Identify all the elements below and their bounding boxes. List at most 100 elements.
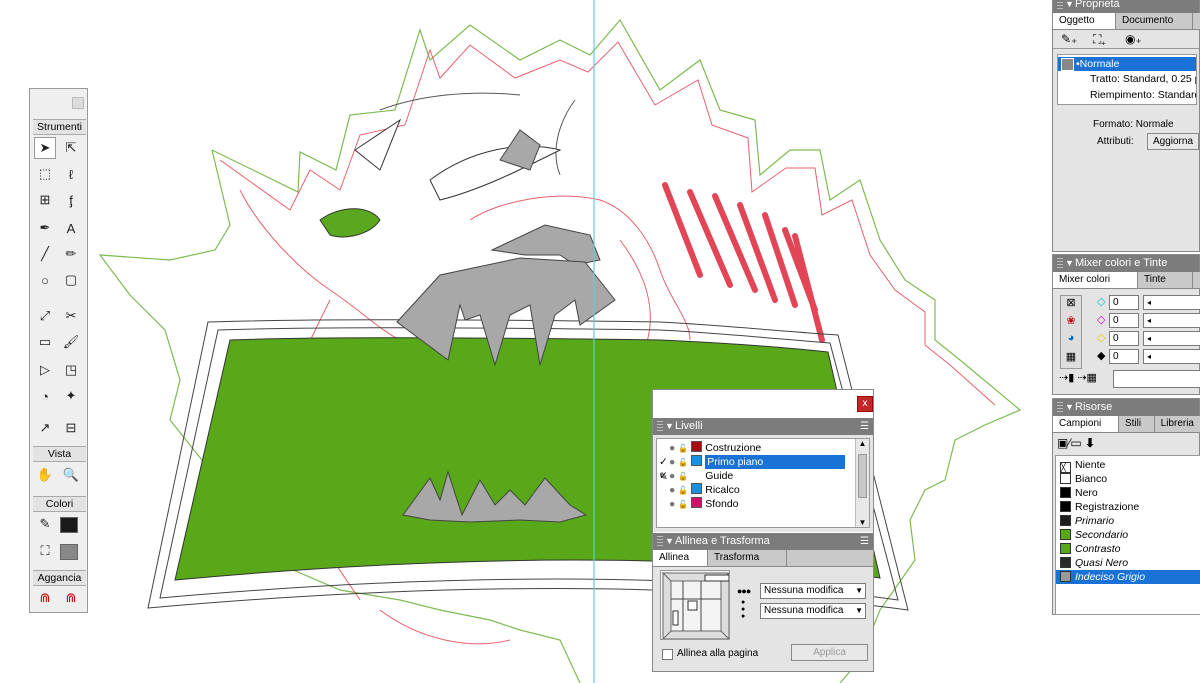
layer-visible-check[interactable]: ✓	[659, 455, 669, 469]
toolbox-close-button[interactable]	[72, 97, 84, 109]
tree-riempimento[interactable]: Riempimento: Standard	[1058, 88, 1196, 102]
mixer-titlebar[interactable]: ▼ Mixer colori e Tinte	[1053, 255, 1199, 272]
fill-add-icon[interactable]: ⛶₊	[1093, 32, 1106, 47]
layer-row[interactable]: ✓● 🔓 Guide	[659, 469, 855, 483]
aggiorna-button[interactable]: Aggiorna	[1147, 133, 1199, 150]
layer-status-icon[interactable]: ●	[669, 456, 675, 468]
align-preview-grid[interactable]	[660, 570, 730, 640]
applica-button[interactable]: Applica	[791, 644, 868, 661]
layer-name[interactable]: Guide	[705, 470, 733, 482]
scale-handle-icon[interactable]: ⤢	[34, 305, 56, 327]
layer-name[interactable]: Sfondo	[705, 498, 738, 510]
pointer-icon[interactable]: ➤	[34, 137, 56, 159]
layer-name[interactable]: Primo piano	[705, 455, 846, 469]
fill-color-swatch[interactable]	[60, 544, 78, 560]
hls-icon[interactable]: ◕	[1061, 332, 1081, 350]
properties-titlebar[interactable]: ▼ Proprietà	[1053, 0, 1199, 13]
scroll-up-icon[interactable]: ▲	[856, 439, 869, 452]
vertical-align-select[interactable]: Nessuna modifica ▼	[760, 603, 866, 619]
layer-row[interactable]: ● 🔓 Sfondo	[659, 497, 855, 511]
tab-campioni[interactable]: Campioni	[1053, 416, 1119, 432]
effect-add-icon[interactable]: ◉₊	[1125, 32, 1142, 46]
text-icon[interactable]: A	[60, 217, 82, 239]
tab-mixer-colori[interactable]: Mixer colori	[1053, 272, 1138, 288]
layer-status-icon[interactable]: ●	[669, 484, 675, 496]
layer-status-icon[interactable]: ●	[669, 498, 675, 510]
scale-icon[interactable]: ⊞	[34, 189, 56, 211]
zoom-icon[interactable]: 🔍	[60, 464, 82, 486]
tab-oggetto[interactable]: Oggetto	[1053, 13, 1116, 29]
tree-tratto[interactable]: Tratto: Standard, 0.25 pt	[1058, 72, 1196, 86]
drawing-canvas[interactable]	[0, 0, 1200, 683]
pencil-icon[interactable]: ✏	[60, 243, 82, 265]
tab-allinea[interactable]: Allinea	[653, 550, 708, 566]
layer-row[interactable]: ● 🔓 Ricalco	[659, 483, 855, 497]
pen-icon[interactable]: ✒	[34, 217, 56, 239]
layer-color-chip[interactable]	[691, 441, 703, 452]
layer-scrollbar[interactable]: ▲ ▼	[855, 439, 869, 527]
swatch-mode-icons[interactable]: ▣⁄▭ ⬇	[1057, 436, 1095, 450]
system-color-icon[interactable]: ▦	[1061, 350, 1081, 368]
swatch-item[interactable]: Registrazione	[1056, 500, 1200, 514]
channel-value-input[interactable]: 0	[1109, 295, 1139, 310]
stroke-color-swatch[interactable]	[60, 517, 78, 533]
lock-icon[interactable]: 🔓	[678, 472, 688, 481]
tab-documento[interactable]: Documento	[1116, 13, 1193, 29]
line-icon[interactable]: ╱	[34, 243, 56, 265]
tab-libreria[interactable]: Libreria	[1155, 416, 1200, 432]
mirror-icon[interactable]: ✦	[60, 385, 82, 407]
chart-icon[interactable]: ⊟	[60, 417, 82, 439]
layer-name[interactable]: Costruzione	[705, 442, 761, 454]
add-to-swatches-icon[interactable]: ⇢▮ ⇢▦	[1059, 371, 1097, 384]
link-icon[interactable]: ↗	[34, 417, 56, 439]
channel-slider[interactable]: ◂	[1143, 295, 1200, 310]
swatch-item[interactable]: Indeciso Grigio	[1056, 570, 1200, 584]
scroll-thumb[interactable]	[858, 454, 867, 498]
subselect-icon[interactable]: ⇱	[60, 137, 82, 159]
channel-slider[interactable]: ◂	[1143, 331, 1200, 346]
swatch-list[interactable]: ╳ Niente Bianco Nero Registrazione Primario Se…	[1055, 455, 1200, 615]
livelli-menu-icon[interactable]: ☰	[860, 418, 869, 435]
cmyk-icon[interactable]: ⊠	[1061, 296, 1081, 314]
reshape-icon[interactable]: ◳	[60, 359, 82, 381]
swatch-item[interactable]: Nero	[1056, 486, 1200, 500]
hand-icon[interactable]: ✋	[34, 464, 56, 486]
stroke-color-icon[interactable]: ✎	[34, 513, 56, 535]
channel-value-input[interactable]: 0	[1109, 313, 1139, 328]
layer-list[interactable]: ● 🔓 Costruzione ✓● 🔓 Primo piano ✎ ✓● 🔓 Guide…	[656, 438, 870, 528]
lock-icon[interactable]: 🔓	[678, 444, 688, 453]
swatch-item[interactable]: Bianco	[1056, 472, 1200, 486]
channel-slider[interactable]: ◂	[1143, 349, 1200, 364]
fill-bucket-icon[interactable]: ⛶	[34, 540, 56, 562]
livelli-titlebar[interactable]: ▼ Livelli ☰	[653, 418, 873, 435]
snap-magnet-alt-icon[interactable]: ⋒	[60, 587, 82, 609]
eyedropper-icon[interactable]: ᶂ	[60, 189, 82, 211]
tree-normale[interactable]: •Normale	[1058, 57, 1196, 71]
allinea-titlebar[interactable]: ▼ Allinea e Trasforma ☰	[653, 533, 873, 550]
swatch-item[interactable]: Quasi Nero	[1056, 556, 1200, 570]
risorse-titlebar[interactable]: ▼ Risorse	[1053, 399, 1199, 416]
swatch-item[interactable]: ╳ Niente	[1056, 458, 1200, 473]
knife-icon[interactable]: ✂	[60, 305, 82, 327]
layer-color-chip[interactable]	[691, 483, 703, 494]
tab-trasforma[interactable]: Trasforma	[708, 550, 787, 566]
close-button[interactable]: x	[857, 396, 873, 412]
lasso-icon[interactable]: ℓ	[60, 163, 82, 185]
swatch-item[interactable]: Primario	[1056, 514, 1200, 528]
layer-color-chip[interactable]	[691, 497, 703, 508]
page-tool-icon[interactable]: ⬚	[34, 163, 56, 185]
tab-stili[interactable]: Stili	[1119, 416, 1155, 432]
rgb-icon[interactable]: ❀	[1061, 314, 1081, 332]
mixer-preview-well[interactable]	[1113, 370, 1200, 388]
layer-status-icon[interactable]: ●	[669, 470, 675, 482]
lock-icon[interactable]: 🔓	[678, 458, 688, 467]
layer-name[interactable]: Ricalco	[705, 484, 739, 496]
layer-row[interactable]: ✓● 🔓 Primo piano ✎	[659, 455, 855, 483]
layer-color-chip[interactable]	[691, 469, 702, 480]
color-model-buttons[interactable]: ⊠ ❀ ◕ ▦	[1060, 295, 1082, 369]
allinea-menu-icon[interactable]: ☰	[860, 533, 869, 550]
layer-status-icon[interactable]: ●	[669, 442, 675, 454]
channel-value-input[interactable]: 0	[1109, 349, 1139, 364]
horizontal-align-select[interactable]: Nessuna modifica ▼	[760, 583, 866, 599]
layer-color-chip[interactable]	[691, 455, 703, 466]
